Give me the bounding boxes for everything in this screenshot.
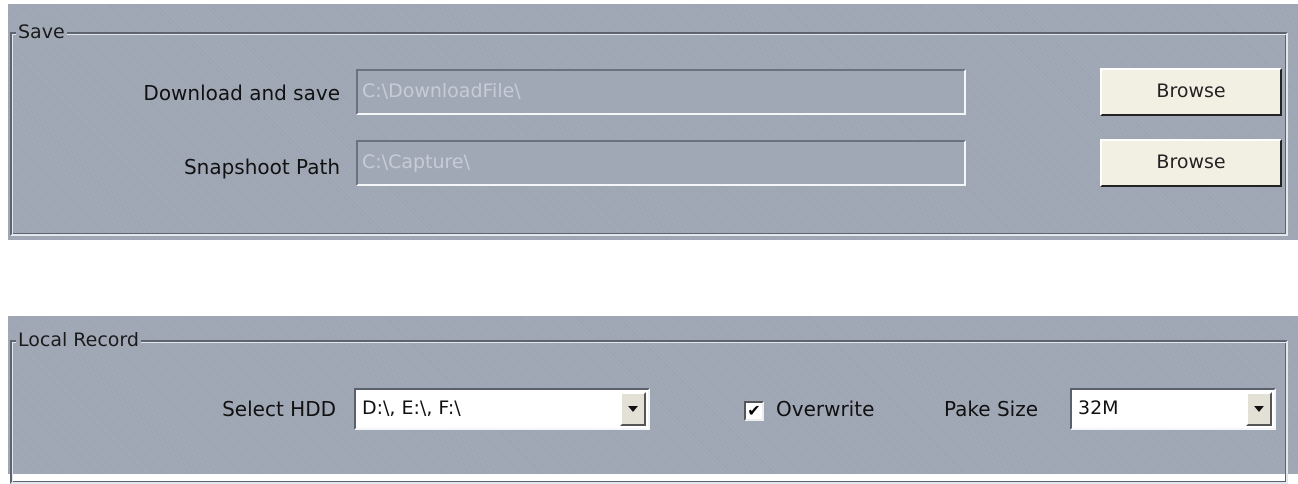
snapshot-browse-button[interactable]: Browse [1100, 139, 1282, 187]
pake-size-dropdown[interactable]: 32M [1070, 388, 1276, 430]
local-record-group-title: Local Record [16, 328, 141, 352]
download-browse-button[interactable]: Browse [1100, 68, 1282, 116]
select-hdd-value: D:\, E:\, F:\ [362, 397, 461, 419]
save-panel: Save Download and save C:\DownloadFile\ … [8, 4, 1298, 240]
select-hdd-label: Select HDD [222, 397, 336, 421]
chevron-down-icon[interactable] [620, 392, 646, 426]
save-group-title: Save [16, 20, 67, 44]
save-group-box [10, 32, 1288, 236]
local-record-panel: Local Record Select HDD D:\, E:\, F:\ ✔ … [8, 316, 1298, 484]
overwrite-checkbox[interactable]: ✔ [744, 401, 764, 421]
overwrite-label: Overwrite [776, 397, 875, 421]
snapshot-path-field[interactable]: C:\Capture\ [356, 140, 966, 186]
snapshot-path-label: Snapshoot Path [183, 155, 340, 179]
chevron-down-icon[interactable] [1246, 392, 1272, 426]
pake-size-label: Pake Size [944, 397, 1039, 421]
download-save-label: Download and save [143, 81, 340, 105]
select-hdd-dropdown[interactable]: D:\, E:\, F:\ [354, 388, 650, 430]
download-path-field[interactable]: C:\DownloadFile\ [356, 69, 966, 115]
pake-size-value: 32M [1078, 397, 1119, 419]
